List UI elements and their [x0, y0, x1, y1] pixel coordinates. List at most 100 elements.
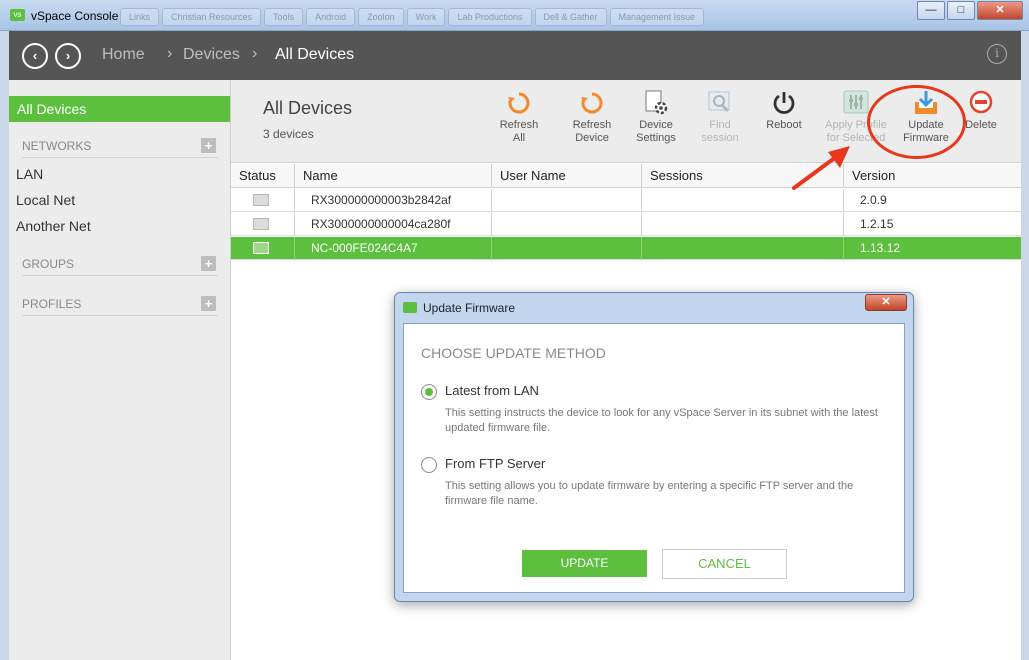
- cancel-button[interactable]: CANCEL: [662, 549, 787, 579]
- toolbar: All Devices 3 devices Refresh All Refres…: [231, 80, 1021, 163]
- refresh-icon: [506, 90, 532, 116]
- breadcrumb-home[interactable]: Home: [102, 46, 145, 64]
- table-row[interactable]: RX300000000003b2842af 2.0.9: [231, 189, 1021, 212]
- option-lan-label[interactable]: Latest from LAN: [445, 383, 539, 398]
- section-groups: GROUPS +: [22, 254, 218, 276]
- forward-button[interactable]: ›: [55, 43, 81, 69]
- add-profile-button[interactable]: +: [201, 296, 216, 311]
- annotation-arrow-icon: [792, 146, 850, 190]
- update-button[interactable]: UPDATE: [522, 550, 647, 577]
- sidebar-item-another-net[interactable]: Another Net: [16, 218, 91, 234]
- section-networks: NETWORKS +: [22, 136, 218, 158]
- breadcrumb-devices[interactable]: Devices: [183, 46, 240, 64]
- window-title: vSpace Console: [31, 9, 119, 23]
- find-session-button[interactable]: Find session: [686, 90, 754, 145]
- column-name[interactable]: Name: [294, 164, 491, 188]
- app-logo-icon: vs: [10, 9, 25, 21]
- cell-user: [491, 237, 641, 260]
- sidebar: All Devices NETWORKS + LAN Local Net Ano…: [9, 80, 231, 660]
- dialog-logo-icon: [403, 302, 417, 313]
- back-button[interactable]: ‹: [22, 43, 48, 69]
- section-groups-label: GROUPS: [22, 257, 75, 271]
- dialog-body: CHOOSE UPDATE METHOD Latest from LAN Thi…: [403, 323, 905, 593]
- background-tab[interactable]: Android: [306, 8, 356, 26]
- gear-icon: [643, 90, 669, 116]
- cell-name: NC-000FE024C4A7: [294, 237, 491, 260]
- update-firmware-dialog: Update Firmware ✕ CHOOSE UPDATE METHOD L…: [394, 292, 914, 602]
- radio-from-ftp-server[interactable]: [421, 457, 437, 473]
- device-settings-button[interactable]: Device Settings: [622, 90, 690, 145]
- background-tab[interactable]: Dell & Gather: [534, 8, 607, 26]
- option-lan-description: This setting instructs the device to loo…: [445, 407, 878, 434]
- sidebar-item-lan[interactable]: LAN: [16, 166, 43, 182]
- cell-name: RX3000000000004ca280f: [294, 213, 491, 236]
- dialog-close-button[interactable]: ✕: [865, 294, 907, 311]
- background-tab[interactable]: Work: [406, 8, 446, 26]
- refresh-device-label-line2: Device: [575, 132, 609, 144]
- cell-sessions: [641, 237, 843, 260]
- option-ftp-description: This setting allows you to update firmwa…: [445, 480, 854, 507]
- add-network-button[interactable]: +: [201, 138, 216, 153]
- annotation-ellipse: [867, 85, 966, 159]
- page-title: All Devices: [263, 98, 353, 118]
- maximize-button[interactable]: □: [947, 1, 975, 20]
- cell-name: RX300000000003b2842af: [294, 189, 491, 212]
- background-tab[interactable]: Christian Resources: [162, 8, 262, 26]
- dialog-title: Update Firmware: [423, 301, 516, 315]
- background-tab[interactable]: Tools: [264, 8, 304, 26]
- column-user-name[interactable]: User Name: [491, 164, 641, 188]
- find-icon: [707, 90, 733, 116]
- dialog-heading: CHOOSE UPDATE METHOD: [421, 345, 606, 361]
- find-session-label-line2: session: [701, 132, 739, 144]
- device-status-icon: [253, 242, 269, 254]
- cell-version: 1.13.12: [843, 237, 1021, 260]
- cell-sessions: [641, 213, 843, 236]
- section-profiles: PROFILES +: [22, 294, 218, 316]
- navbar: ‹ › Home › Devices › All Devices i: [9, 31, 1021, 80]
- find-session-label-line1: Find: [709, 119, 731, 131]
- device-settings-label-line2: Settings: [636, 132, 676, 144]
- section-networks-label: NETWORKS: [22, 139, 92, 153]
- radio-latest-from-lan[interactable]: [421, 384, 437, 400]
- device-count: 3 devices: [263, 127, 314, 141]
- cell-user: [491, 213, 641, 236]
- minimize-button[interactable]: —: [917, 1, 945, 20]
- table-row[interactable]: RX3000000000004ca280f 1.2.15: [231, 213, 1021, 236]
- info-icon[interactable]: i: [987, 44, 1007, 64]
- sidebar-item-all-devices[interactable]: All Devices: [9, 96, 230, 122]
- refresh-device-button[interactable]: Refresh Device: [558, 90, 626, 145]
- sliders-icon: [843, 90, 869, 116]
- close-window-button[interactable]: ✕: [977, 1, 1023, 20]
- device-status-icon: [253, 218, 269, 230]
- cell-user: [491, 189, 641, 212]
- section-profiles-label: PROFILES: [22, 297, 82, 311]
- breadcrumb-current: All Devices: [275, 46, 355, 63]
- device-settings-label-line1: Device: [639, 119, 673, 131]
- refresh-icon: [579, 90, 605, 116]
- window-titlebar: vs vSpace Console Links Christian Resour…: [0, 0, 1029, 31]
- sidebar-item-local-net[interactable]: Local Net: [16, 192, 75, 208]
- option-ftp-label[interactable]: From FTP Server: [445, 456, 545, 471]
- background-tab[interactable]: Management Issue: [609, 8, 705, 26]
- delete-icon: [968, 90, 994, 116]
- add-group-button[interactable]: +: [201, 256, 216, 271]
- power-icon: [771, 90, 797, 116]
- refresh-all-button[interactable]: Refresh All: [485, 90, 553, 145]
- cell-version: 2.0.9: [843, 189, 1021, 212]
- refresh-all-label-line1: Refresh: [499, 119, 539, 131]
- reboot-label: Reboot: [766, 119, 802, 131]
- device-table-header: Status Name User Name Sessions Version: [231, 164, 1021, 188]
- refresh-all-label-line2: All: [512, 132, 526, 144]
- cell-version: 1.2.15: [843, 213, 1021, 236]
- reboot-button[interactable]: Reboot: [750, 90, 818, 132]
- background-tab[interactable]: Lab Productions: [448, 8, 532, 26]
- background-tab[interactable]: Zoolon: [358, 8, 404, 26]
- refresh-device-label-line1: Refresh: [572, 119, 612, 131]
- device-status-icon: [253, 194, 269, 206]
- column-status[interactable]: Status: [231, 164, 291, 188]
- column-version[interactable]: Version: [843, 164, 1021, 188]
- background-tab[interactable]: Links: [120, 8, 160, 26]
- background-tabs: Links Christian Resources Tools Android …: [120, 8, 707, 26]
- table-row-selected[interactable]: NC-000FE024C4A7 1.13.12: [231, 237, 1021, 260]
- breadcrumb-separator: ›: [167, 45, 173, 62]
